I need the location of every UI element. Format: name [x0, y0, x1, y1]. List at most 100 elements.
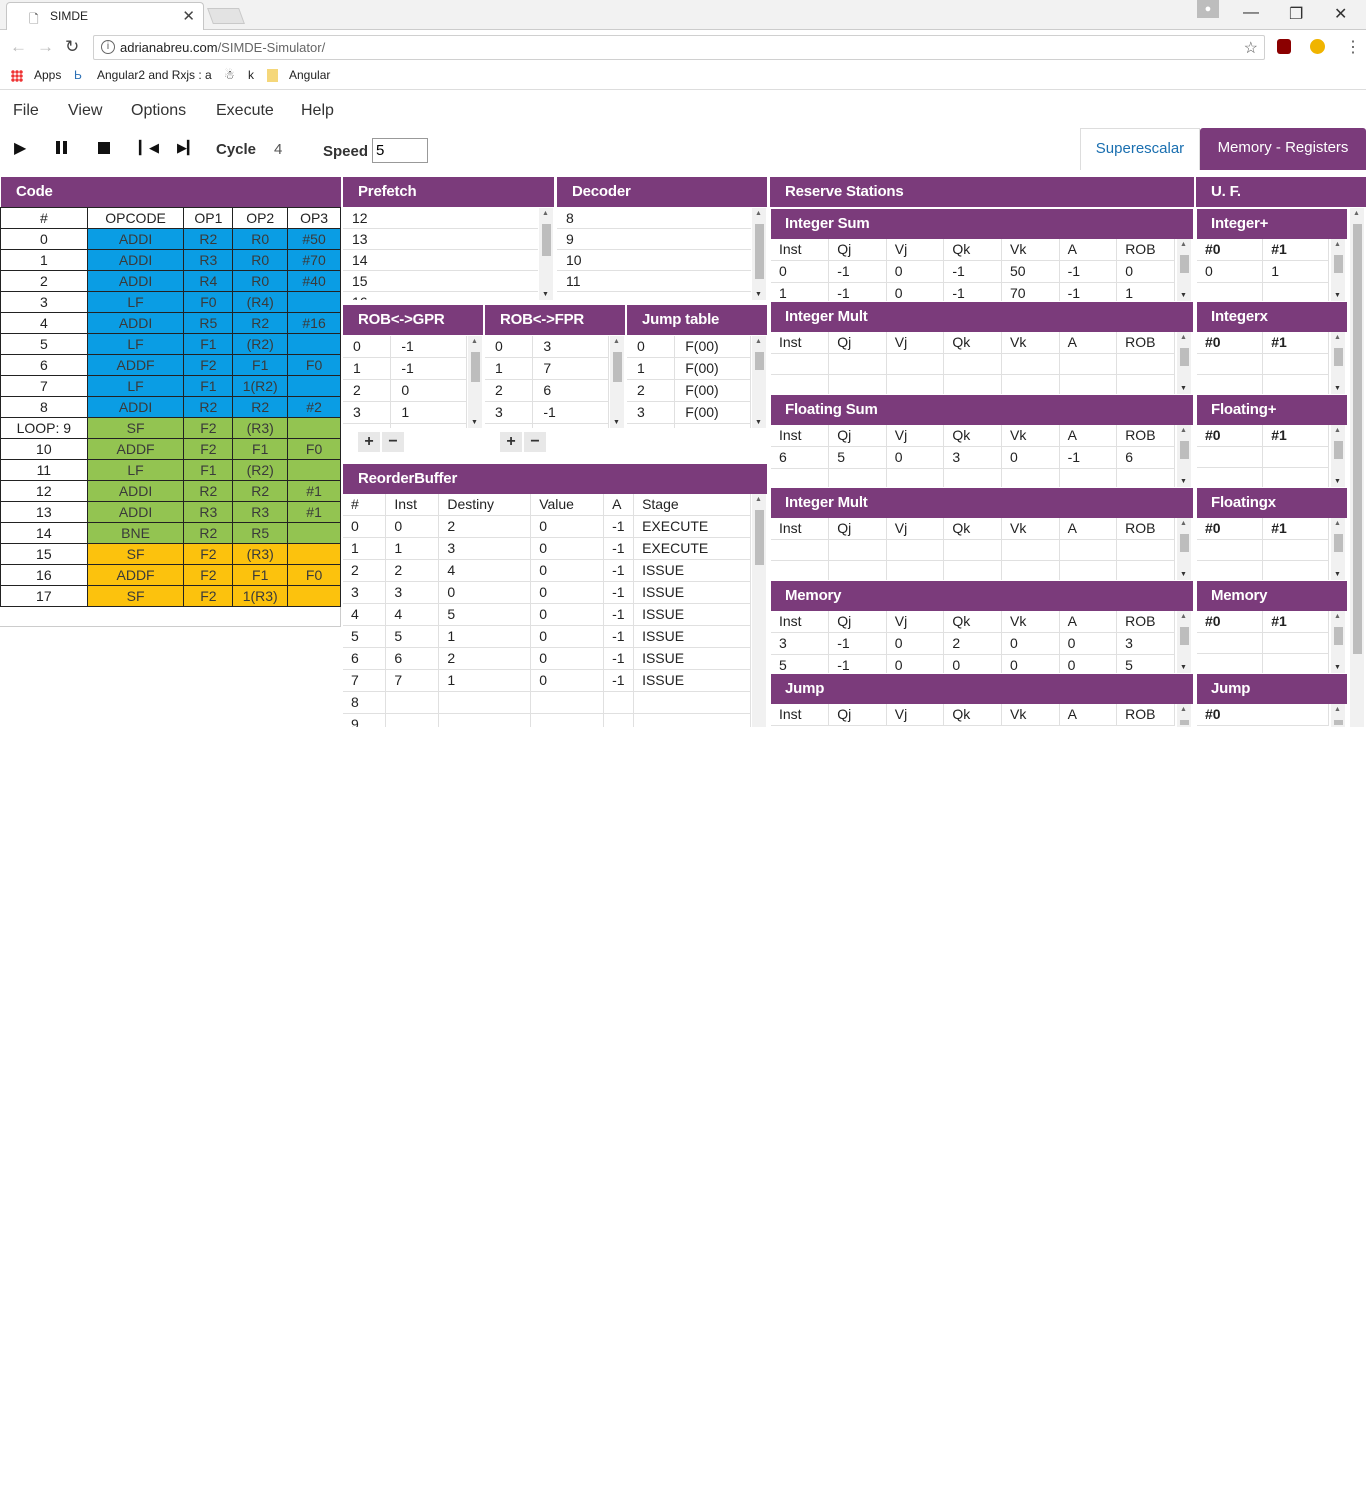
step-forward-icon[interactable]: ▶▎ [177, 140, 197, 156]
rob-fpr-row-cell: 1 [485, 357, 534, 380]
menu-view[interactable]: View [68, 102, 102, 120]
menu-file[interactable]: File [13, 102, 39, 120]
close-tab-icon[interactable]: ✕ [182, 7, 195, 25]
rob-fpr-scrollbar[interactable]: ▲ ▼ [610, 336, 624, 428]
uf-group-header: Floating+ [1197, 395, 1347, 425]
code-row[interactable]: 5 LF F1 (R2) [0, 333, 341, 355]
profile-icon[interactable]: ● [1197, 0, 1219, 18]
rob-cell: 0 [530, 581, 605, 604]
rs-scrollbar[interactable]: ▲ ▼ [1177, 518, 1191, 580]
menu-options[interactable]: Options [131, 102, 186, 120]
url-field[interactable]: i adrianabreu.com/SIMDE-Simulator/ ☆ [93, 35, 1265, 60]
add-button[interactable]: + [500, 432, 522, 452]
play-icon[interactable]: ▶ [14, 138, 26, 158]
uf-scrollbar[interactable]: ▲ ▼ [1331, 518, 1345, 580]
code-row[interactable]: 7 LF F1 1(R2) [0, 375, 341, 397]
minimize-icon[interactable]: — [1243, 4, 1259, 22]
code-row[interactable]: 12 ADDI R2 R2 #1 [0, 480, 341, 502]
code-row[interactable]: 3 LF F0 (R4) [0, 291, 341, 313]
uf-scrollbar[interactable]: ▲ ▼ [1331, 425, 1345, 487]
code-row[interactable]: 8 ADDI R2 R2 #2 [0, 396, 341, 418]
uf-main-scrollbar[interactable]: ▲ [1350, 208, 1364, 727]
uf-cell [1262, 374, 1329, 394]
back-icon[interactable]: ← [10, 37, 27, 57]
code-row[interactable]: 10 ADDF F2 F1 F0 [0, 438, 341, 460]
jump-table-scrollbar[interactable]: ▲ ▼ [752, 336, 766, 428]
menu-execute[interactable]: Execute [216, 102, 274, 120]
info-icon[interactable]: i [101, 40, 115, 54]
browser-menu-icon[interactable]: ⋮ [1345, 37, 1361, 57]
pause-icon[interactable] [56, 141, 60, 154]
rob-column-header: Value [530, 494, 605, 516]
ublock-icon[interactable] [1277, 39, 1291, 54]
tab-superescalar[interactable]: Superescalar [1080, 128, 1200, 170]
browser-tab[interactable]: 🗋 SIMDE ✕ [6, 2, 204, 30]
add-button[interactable]: + [358, 432, 380, 452]
code-row[interactable]: 1 ADDI R3 R0 #70 [0, 249, 341, 271]
rs-scrollbar[interactable]: ▲ ▼ [1177, 425, 1191, 487]
window-close-icon[interactable]: ✕ [1334, 4, 1347, 24]
new-tab-button[interactable] [207, 8, 245, 24]
rs-scrollbar[interactable]: ▲ ▼ [1177, 611, 1191, 673]
tab-title: SIMDE [50, 9, 89, 23]
rob-cell: ISSUE [633, 581, 751, 604]
code-row[interactable]: 15 SF F2 (R3) [0, 543, 341, 565]
code-row[interactable]: 13 ADDI R3 R3 #1 [0, 501, 341, 523]
extension-moon-icon[interactable] [1310, 39, 1325, 54]
rob-cell [438, 713, 532, 727]
code-row[interactable]: 6 ADDF F2 F1 F0 [0, 354, 341, 376]
bookmarks-bar: Apps Ь Angular2 and Rxjs : a ☃ k Angular [0, 64, 1366, 90]
bookmark-angular[interactable]: Angular [289, 68, 330, 82]
uf-cell [1262, 353, 1329, 375]
jump-table-row: 2 F(00) [627, 379, 751, 402]
rob-gpr-scrollbar[interactable]: ▲ ▼ [468, 336, 482, 428]
code-row[interactable]: 4 ADDI R5 R2 #16 [0, 312, 341, 334]
tab-memory-registers[interactable]: Memory - Registers [1200, 128, 1366, 170]
uf-column-header: #1 [1262, 239, 1329, 261]
stop-icon[interactable] [98, 142, 110, 154]
code-row[interactable]: 2 ADDI R4 R0 #40 [0, 270, 341, 292]
rs-scrollbar[interactable]: ▲ ▼ [1177, 239, 1191, 301]
rs-cell [828, 539, 887, 561]
menu-help[interactable]: Help [301, 102, 334, 120]
code-row[interactable]: 17 SF F2 1(R3) [0, 585, 341, 607]
rs-group-header: Memory [771, 581, 1193, 611]
uf-scrollbar[interactable]: ▲ ▼ [1331, 239, 1345, 301]
rs-scrollbar[interactable]: ▲ [1177, 704, 1191, 727]
uf-group-table: #0 #1 [1197, 425, 1329, 487]
prefetch-scrollbar[interactable]: ▲ ▼ [539, 208, 553, 300]
browser-tab-bar: 🗋 SIMDE ✕ ● — ❐ ✕ [0, 0, 1366, 30]
code-line-number: 2 [0, 270, 88, 292]
uf-group-header: Jump [1197, 674, 1347, 704]
rob-cell: 7 [385, 669, 440, 692]
bookmark-k[interactable]: k [248, 68, 254, 82]
code-row[interactable]: LOOP: 9 SF F2 (R3) [0, 417, 341, 439]
uf-scrollbar[interactable]: ▲ ▼ [1331, 611, 1345, 673]
remove-button[interactable]: − [524, 432, 546, 452]
code-line-number: 1 [0, 249, 88, 271]
bookmark-star-icon[interactable]: ☆ [1244, 38, 1258, 58]
bookmark-angular-rxjs[interactable]: Angular2 and Rxjs : a [97, 68, 212, 82]
uf-scrollbar[interactable]: ▲ ▼ [1331, 332, 1345, 394]
code-row[interactable]: 0 ADDI R2 R0 #50 [0, 228, 341, 250]
reorder-buffer-scrollbar[interactable]: ▲ [752, 494, 766, 727]
rs-scrollbar[interactable]: ▲ ▼ [1177, 332, 1191, 394]
rs-column-header: Qk [943, 239, 1002, 261]
code-row[interactable]: 11 LF F1 (R2) [0, 459, 341, 481]
uf-scrollbar[interactable]: ▲ [1331, 704, 1345, 727]
rs-group-header: Integer Mult [771, 302, 1193, 332]
bookmark-apps[interactable]: Apps [34, 68, 61, 82]
rs-cell [771, 560, 830, 580]
remove-button[interactable]: − [382, 432, 404, 452]
rs-row: 0 -1 0 -1 50 -1 0 [771, 260, 1175, 283]
speed-input[interactable] [372, 138, 428, 163]
rob-cell: 6 [343, 647, 387, 670]
step-back-icon[interactable]: ▎◀ [139, 140, 159, 156]
code-row[interactable]: 16 ADDF F2 F1 F0 [0, 564, 341, 586]
reload-icon[interactable]: ↻ [65, 37, 79, 57]
forward-icon[interactable]: → [37, 37, 54, 57]
rs-column-header: Qk [943, 611, 1002, 633]
code-row[interactable]: 14 BNE R2 R5 [0, 522, 341, 544]
restore-icon[interactable]: ❐ [1289, 4, 1303, 24]
decoder-scrollbar[interactable]: ▲ ▼ [752, 208, 766, 300]
